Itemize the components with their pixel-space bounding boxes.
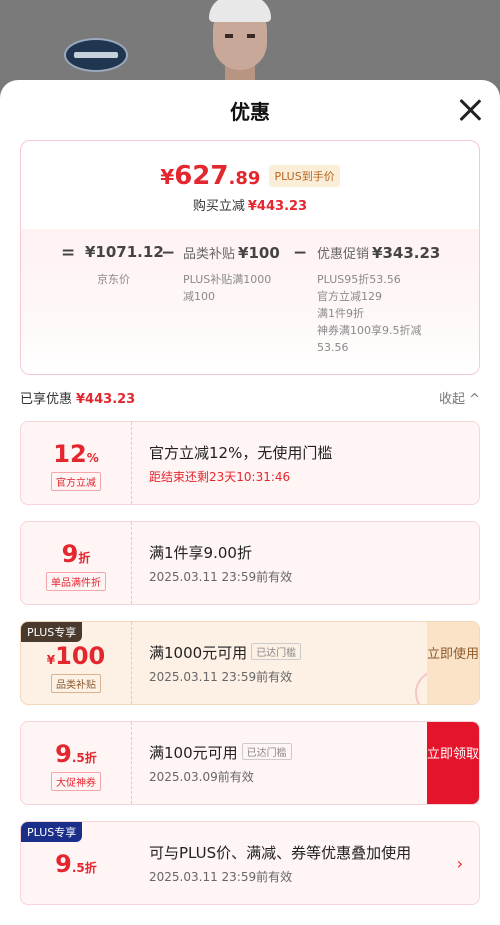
coupon-category-subsidy[interactable]: PLUS专享 ¥100 品类补贴 满1000元可用 已达门槛 2025.03.11… <box>20 621 480 705</box>
coupon-value: 9.5折 <box>55 740 97 768</box>
coupon-validity: 2025.03.09前有效 <box>149 770 254 784</box>
coupon-title: 官方立减12%，无使用门槛 <box>149 444 333 462</box>
category-subsidy: 品类补贴 ¥100 <box>183 244 280 262</box>
final-price: ¥627.89 PLUS到手价 <box>21 161 479 191</box>
jd-price: ¥1071.12 <box>85 243 164 261</box>
coupon-tag: 品类补贴 <box>51 674 101 693</box>
product-model-image <box>205 0 275 86</box>
collapse-button[interactable]: 收起 ^ <box>439 388 480 407</box>
promotion-discount: 优惠促销 ¥343.23 <box>317 244 441 262</box>
coupon-countdown: 距结束还剩23天10:31:46 <box>149 470 291 484</box>
coupon-validity: 2025.03.11 23:59前有效 <box>149 670 293 684</box>
price-summary-card: ¥627.89 PLUS到手价 购买立减 ¥443.23 = ¥1071.12 −… <box>20 140 480 375</box>
coupon-value: 9折 <box>61 540 91 568</box>
coupon-value: 12% <box>53 440 99 468</box>
coupon-value: ¥100 <box>46 642 106 670</box>
threshold-met-tag: 已达门槛 <box>251 643 302 660</box>
coupon-title: 满1件享9.00折 <box>149 544 252 562</box>
brand-logo <box>64 38 128 72</box>
coupon-title: 满1000元可用 已达门槛 <box>149 642 302 663</box>
coupon-tag: 大促神券 <box>51 772 101 791</box>
close-icon[interactable] <box>458 98 482 122</box>
promo-notes: PLUS95折53.56 官方立减129 满1件9折 神券满100享9.5折减 … <box>317 273 422 354</box>
discount-sheet: 优惠 ¥627.89 PLUS到手价 购买立减 ¥443.23 = ¥1071.1… <box>0 80 500 925</box>
coupon-official-discount[interactable]: 12% 官方立减 官方立减12%，无使用门槛 距结束还剩23天10:31:46 <box>20 421 480 505</box>
use-now-button[interactable]: 立即使用 <box>427 622 479 704</box>
sheet-header: 优惠 <box>0 80 500 140</box>
subsidy-note: PLUS补贴满1000 减100 <box>183 273 272 303</box>
minus-sign: − <box>161 243 176 263</box>
coupon-title: 满100元可用 已达门槛 <box>149 742 292 763</box>
coupon-validity: 2025.03.11 23:59前有效 <box>149 870 293 884</box>
coupon-title: 可与PLUS价、满减、券等优惠叠加使用 <box>149 844 412 862</box>
coupon-promo-voucher[interactable]: 9.5折 大促神券 满100元可用 已达门槛 2025.03.09前有效 立即领取 <box>20 721 480 805</box>
minus-sign: − <box>293 243 308 263</box>
enjoyed-discount-row: 已享优惠 ¥443.23 收起 ^ <box>20 388 480 408</box>
product-background <box>0 0 500 90</box>
coupon-value: 9.5折 <box>55 850 97 878</box>
price-breakdown: = ¥1071.12 − 品类补贴 ¥100 − 优惠促销 ¥343.23 京东价 … <box>21 229 479 374</box>
equals-sign: = <box>61 243 76 263</box>
coupon-validity: 2025.03.11 23:59前有效 <box>149 570 293 584</box>
coupon-tag: 单品满件折 <box>46 572 106 591</box>
chevron-right-icon[interactable]: › <box>457 854 463 873</box>
instant-discount: 购买立减 ¥443.23 <box>192 199 308 214</box>
plus-price-tag: PLUS到手价 <box>269 165 340 187</box>
coupon-item-discount[interactable]: 9折 单品满件折 满1件享9.00折 2025.03.11 23:59前有效 <box>20 521 480 605</box>
claim-now-button[interactable]: 立即领取 <box>427 722 479 804</box>
coupon-plus-discount[interactable]: PLUS专享 9.5折 可与PLUS价、满减、券等优惠叠加使用 2025.03.… <box>20 821 480 905</box>
jd-price-label: 京东价 <box>97 273 130 286</box>
threshold-met-tag: 已达门槛 <box>241 743 292 760</box>
sheet-title: 优惠 <box>230 100 270 124</box>
coupon-tag: 官方立减 <box>51 472 101 491</box>
